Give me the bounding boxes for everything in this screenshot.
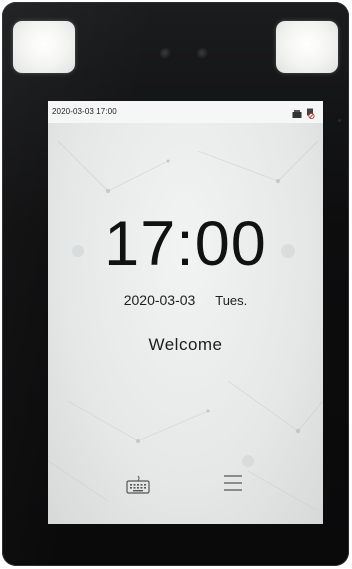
keyboard-icon <box>126 475 150 494</box>
camera-lens-left <box>160 48 172 60</box>
usb-disconnected-icon <box>305 106 315 124</box>
face-recognition-terminal: 2020-03-03 17:00 17:00 2020-03-03 Tues. … <box>2 2 349 566</box>
network-icon <box>292 106 302 124</box>
current-date: 2020-03-03 <box>123 292 196 308</box>
clock-time: 17:00 <box>104 209 267 279</box>
network-background <box>48 140 323 512</box>
status-datetime: 2020-03-03 17:00 <box>52 107 117 116</box>
date-row: 2020-03-03 Tues. <box>48 292 323 308</box>
camera-lens-right <box>197 48 209 60</box>
display-screen: 2020-03-03 17:00 17:00 2020-03-03 Tues. … <box>48 101 323 524</box>
ir-fill-light-right <box>276 21 338 73</box>
status-bar: 2020-03-03 17:00 <box>48 101 323 123</box>
menu-icon <box>224 475 242 491</box>
keyboard-button[interactable] <box>125 475 151 495</box>
current-weekday: Tues. <box>215 293 248 308</box>
ir-fill-light-left <box>13 21 75 73</box>
welcome-message: Welcome <box>148 335 223 354</box>
indicator-dot <box>338 119 341 122</box>
menu-button[interactable] <box>222 471 244 495</box>
